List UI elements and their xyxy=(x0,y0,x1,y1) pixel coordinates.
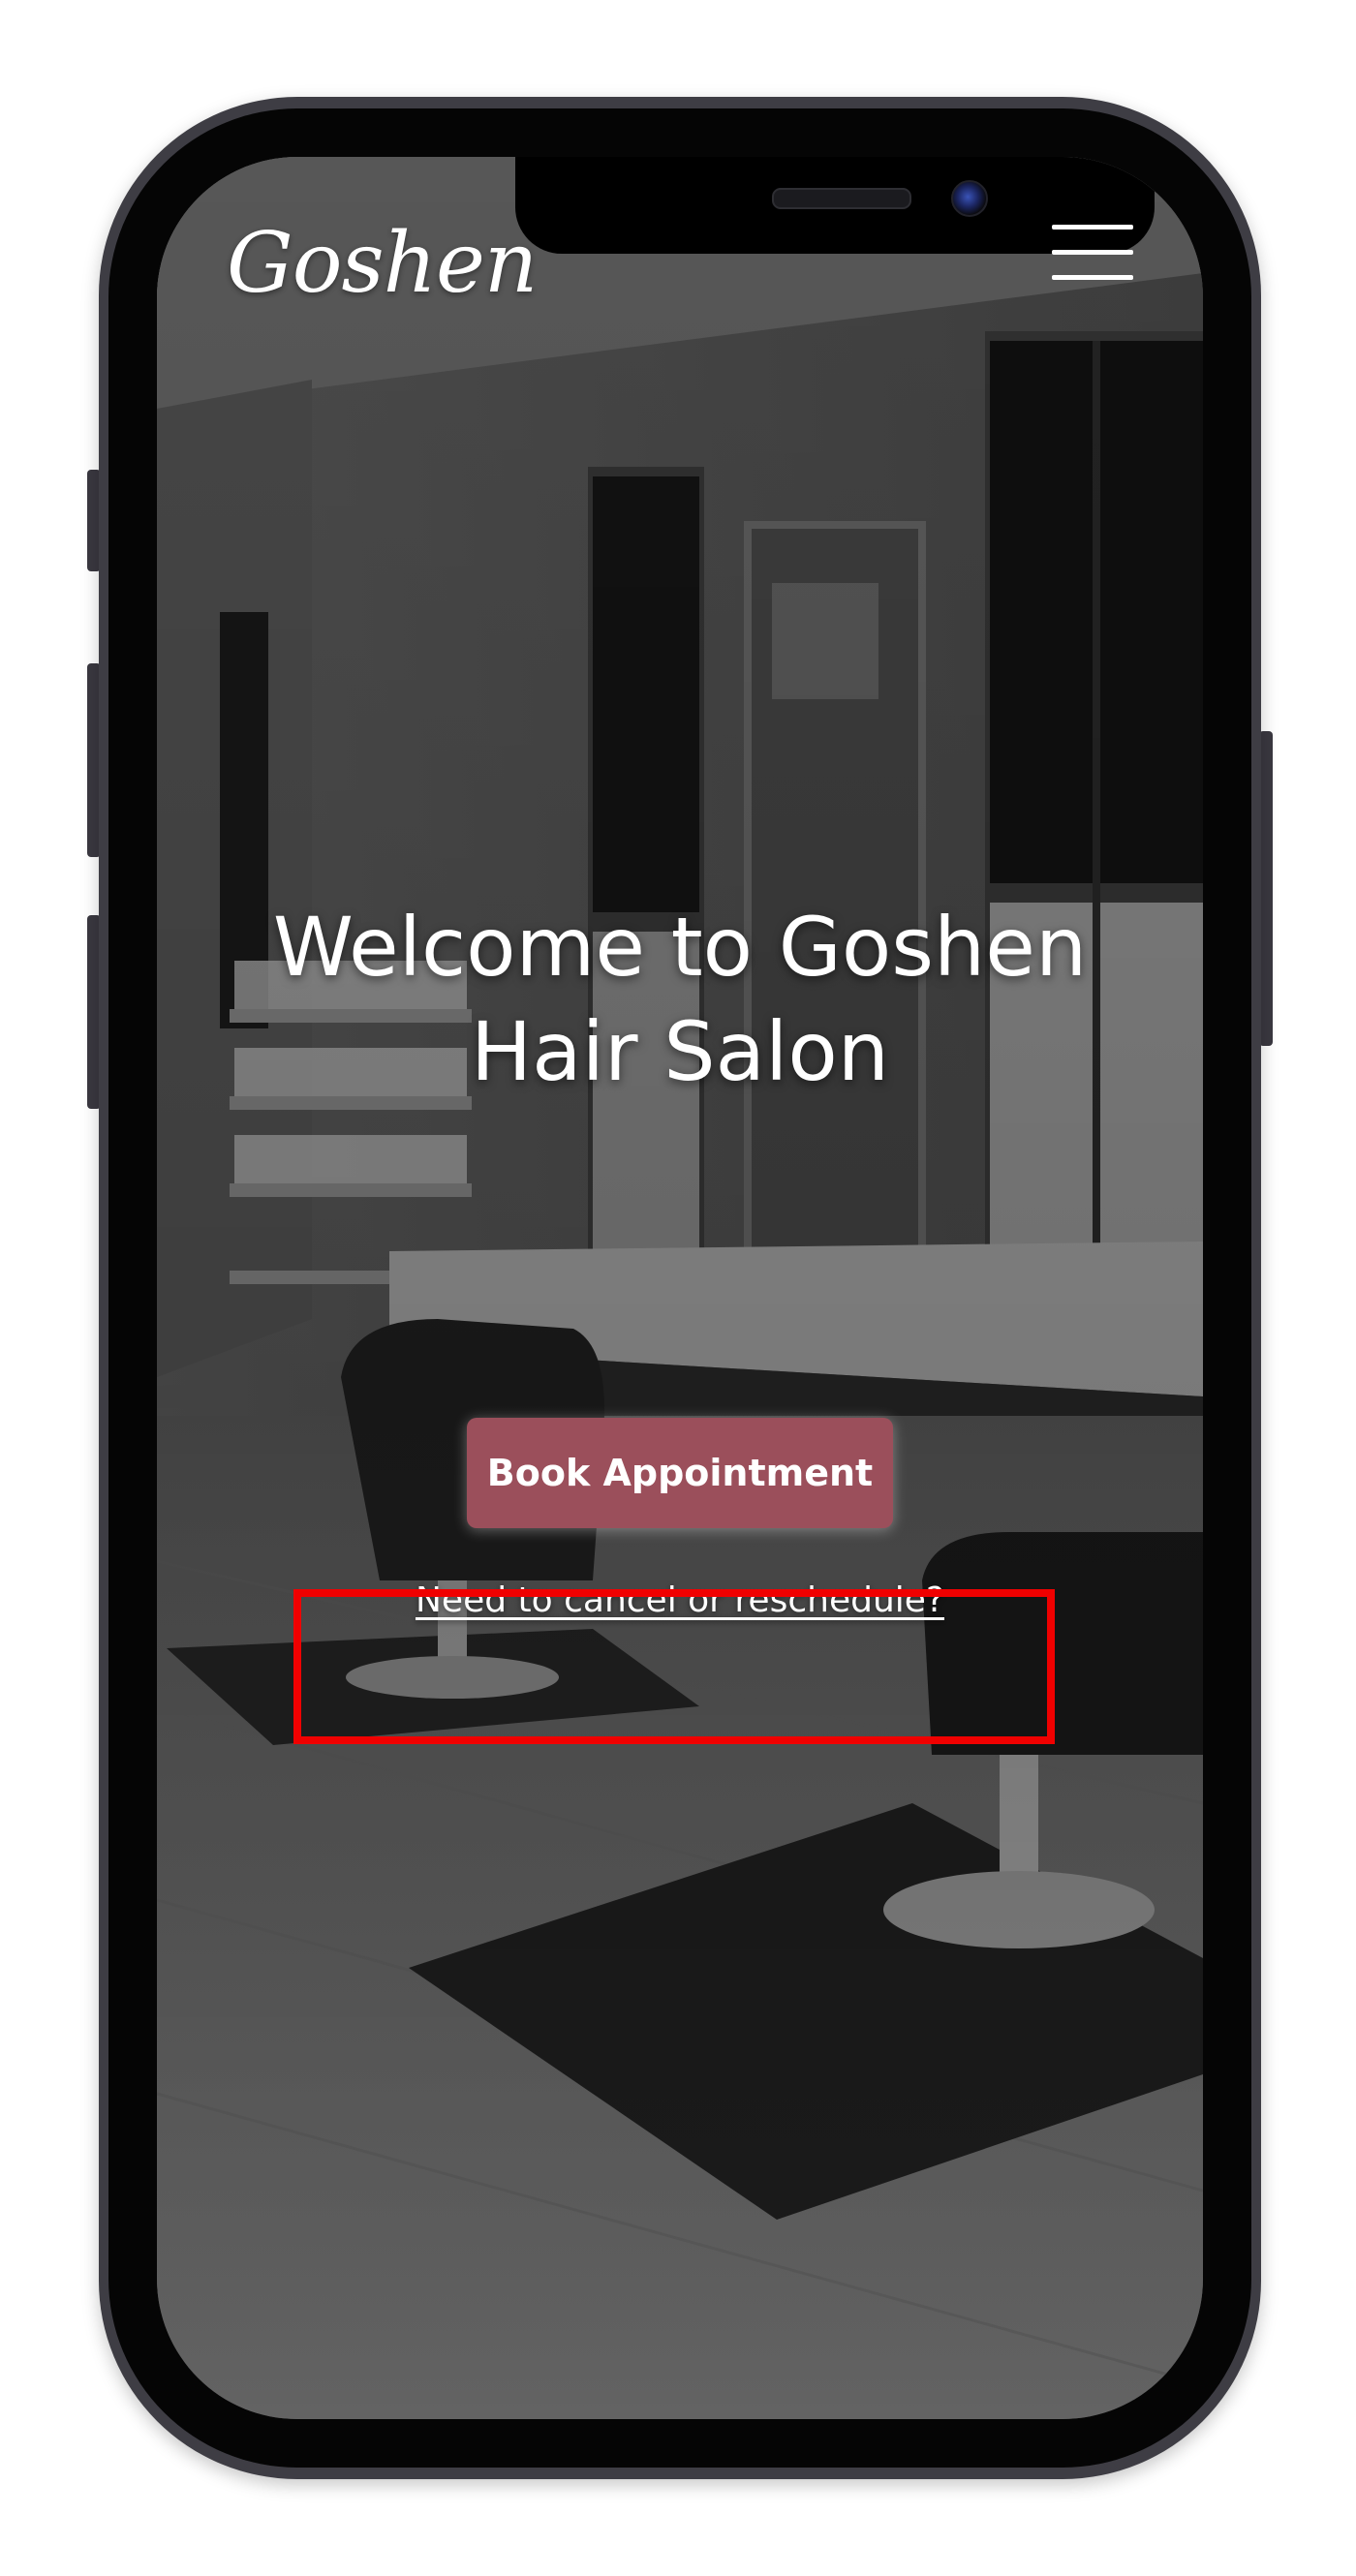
hero-title-line-1: Welcome to Goshen xyxy=(272,900,1088,995)
hero-title-line-2: Hair Salon xyxy=(471,1004,889,1099)
power-button xyxy=(1259,731,1273,1046)
hamburger-menu-icon[interactable] xyxy=(1048,221,1137,283)
speaker-grille xyxy=(772,188,911,209)
phone-screen: Goshen Welcome to Goshen Hair Salon Book… xyxy=(157,157,1203,2419)
front-camera-icon xyxy=(951,180,988,217)
site-logo[interactable]: Goshen xyxy=(227,215,538,312)
hero-title: Welcome to Goshen Hair Salon xyxy=(157,895,1203,1104)
highlight-box xyxy=(293,1589,1055,1744)
book-appointment-button[interactable]: Book Appointment xyxy=(467,1418,893,1528)
dark-overlay xyxy=(157,157,1203,2419)
